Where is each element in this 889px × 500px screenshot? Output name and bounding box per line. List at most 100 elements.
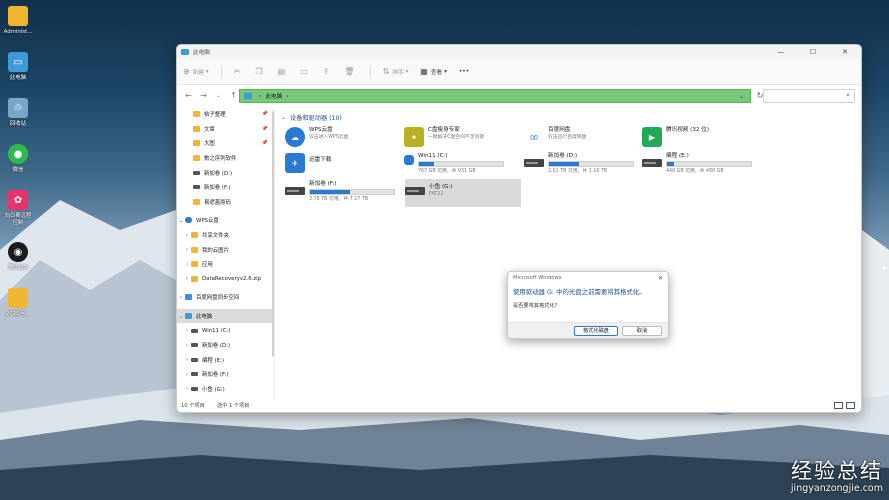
sidebar-item-wps-2[interactable]: › 应用 [177,257,274,272]
app-tile-tencent-video[interactable]: ▶ 腾讯视频 (32 位) [642,125,758,151]
address-bar[interactable]: › 此电脑 › ⌄ [239,89,751,103]
new-button[interactable]: ⊕ 新建 ▾ [183,67,209,76]
tile-text: 新加卷 (F:) 3.78 TB 可用，共 7.27 TB [309,181,395,203]
share-button[interactable]: ⇪ [323,67,333,76]
app-tile-c-cleaner[interactable]: ✦ C盘瘦身专家 一键解决C盘空间不足问题 [404,125,522,151]
watermark-cn: 经验总结 [791,459,883,483]
selection-count: 选中 1 个项目 [216,402,250,409]
chevron-right-icon[interactable]: › [183,232,191,239]
drive-name: 新加卷 (D:) [548,153,578,159]
chevron-down-icon[interactable]: ⌄ [211,92,226,99]
sidebar-item-quick-2[interactable]: 大图 📌 [177,136,274,151]
drive-icon [193,170,200,175]
back-arrow-icon[interactable]: ← [181,91,196,100]
copy-button[interactable]: ❐ [255,67,265,76]
chevron-down-icon[interactable]: ⌄ [177,313,185,320]
sidebar-item-wps-3[interactable]: › DataRecoveryv2.6.zip [177,272,274,287]
sidebar-item-quick-4[interactable]: 新加卷 (D:) [177,165,274,180]
desktop-icon-qq[interactable]: ◉ 腾讯QQ [0,240,36,286]
maximize-button[interactable]: ☐ [797,48,829,56]
drive-name: 小鱼 (G:) [429,184,453,190]
desktop-icon-sunflower[interactable]: ✿ 向日葵远程 控制 [0,188,36,240]
desktop-icon-this-pc[interactable]: ▭ 此电脑 [0,50,36,96]
desktop-icon-recycle-bin[interactable]: ♲ 回收站 [0,96,36,142]
desktop-icon-label: 2020年... [5,311,31,317]
more-button[interactable]: ··· [459,67,469,77]
dialog-title-bar: Microsoft Windows ✕ [508,272,668,284]
tile-text: 百度网盘 双击运行百度网盘 [548,127,586,141]
chevron-right-icon[interactable]: › [183,342,191,349]
chevron-right-icon[interactable]: › [286,93,288,100]
desktop-icon-folder-2020[interactable]: 2020年... [0,286,36,332]
sidebar-item-label: 我的云图片 [202,247,229,254]
sidebar-item-wps-1[interactable]: › 我的云图片 [177,242,274,257]
app-tile-wps[interactable]: ☁ WPS云盘 双击进入WPS云盘 [285,125,401,151]
drive-icon [191,357,198,362]
drive-usage-bar [666,161,752,167]
sidebar-item-drive-d[interactable]: › 新加卷 (D:) [177,338,274,353]
app-tile-baidu[interactable]: ∞ 百度网盘 双击运行百度网盘 [524,125,640,151]
chevron-down-icon[interactable]: ⌄ [281,114,286,121]
folder-icon [8,288,28,308]
sidebar-item-wps-0[interactable]: › 共享文件夹 [177,228,274,243]
windows-logo-icon [404,155,414,165]
chevron-right-icon[interactable]: › [183,356,191,363]
details-view-icon[interactable] [834,401,843,409]
sidebar-item-quick-0[interactable]: 帖子整理 📌 [177,107,274,122]
app-tile-xunlei[interactable]: ✈ 迅雷下载 [285,151,401,177]
sidebar-scrollbar[interactable] [272,111,274,357]
sort-button[interactable]: ⇅ 排序 ▾ [383,67,409,76]
chevron-right-icon[interactable]: › [183,246,191,253]
cancel-button[interactable]: 取消 [622,325,662,336]
sidebar-item-drive-g[interactable]: › 小鱼 (G:) [177,382,274,397]
rename-icon: ▭ [300,67,308,76]
tile-name: 腾讯视频 (32 位) [666,127,710,133]
sidebar-item-drive-c[interactable]: › Win11 (C:) [177,323,274,338]
sort-icon: ⇅ [382,67,390,76]
minimize-button[interactable]: — [765,48,797,56]
chevron-down-icon[interactable]: ⌄ [739,93,744,100]
paste-button[interactable]: ▤ [278,67,289,76]
cut-button[interactable]: ✂ [234,67,244,76]
search-input[interactable]: ⌕ [763,89,855,103]
sidebar-item-drive-f[interactable]: › 新加卷 (F:) [177,367,274,382]
drive-name: 编程 (E:) [666,153,689,159]
sidebar-item-label: Win11 (C:) [202,327,231,334]
sidebar-item-quick-1[interactable]: 文章 📌 [177,122,274,137]
format-disk-button[interactable]: 格式化磁盘 [574,325,618,336]
chevron-right-icon[interactable]: › [183,327,191,334]
chevron-right-icon[interactable]: › [177,294,185,301]
sidebar-item-wps[interactable]: ⌄ WPS云盘 [177,213,274,228]
chevron-right-icon[interactable]: › [183,385,191,392]
sidebar-item-quick-6[interactable]: 易遮蓋原码 [177,195,274,210]
drive-tile-g[interactable]: 小鱼 (G:) FAT32 [405,179,521,207]
pin-icon: 📌 [261,125,268,132]
folder-icon [193,198,200,205]
sidebar-item-quick-5[interactable]: 新加卷 (F:) [177,180,274,195]
desktop-icon-administrator[interactable]: Administ... [0,4,36,50]
sidebar-item-quick-3[interactable]: 數之序列软件 [177,151,274,166]
forward-arrow-icon[interactable]: → [196,91,211,100]
chevron-right-icon[interactable]: › [183,371,191,378]
drive-tile-c[interactable]: Win11 (C:) 767 GB 可用，共 931 GB [404,151,522,177]
sidebar-item-drive-e[interactable]: › 编程 (E:) [177,353,274,368]
drive-tile-d[interactable]: 新加卷 (D:) 2.01 TB 可用，共 3.16 TB [524,151,640,177]
tiles-view-icon[interactable] [846,401,855,409]
close-icon[interactable]: ✕ [658,275,663,282]
drive-tile-e[interactable]: 编程 (E:) 448 GB 可用，共 488 GB [642,151,758,177]
chevron-right-icon[interactable]: › [183,261,191,268]
sidebar-item-baidu[interactable]: › 百度网盘同步空间 [177,290,274,305]
chevron-right-icon[interactable]: › [183,275,191,282]
view-button[interactable]: ▦ 查看 ▾ [420,67,447,76]
delete-button[interactable]: 🗑 [344,67,357,76]
folder-icon [8,6,28,26]
section-header-devices[interactable]: ⌄ 设备和驱动器 (10) [281,111,861,123]
rename-button[interactable]: ▭ [300,67,311,76]
desktop-icon-wechat[interactable]: ● 微信 [0,142,36,188]
close-button[interactable]: ✕ [829,48,861,56]
drive-icon [191,343,198,348]
drive-tile-f[interactable]: 新加卷 (F:) 3.78 TB 可用，共 7.27 TB [285,179,401,205]
chevron-down-icon[interactable]: ⌄ [177,217,185,224]
sidebar-item-this-pc[interactable]: ⌄ 此电脑 [177,308,274,324]
breadcrumb[interactable]: 此电脑 [265,92,282,100]
